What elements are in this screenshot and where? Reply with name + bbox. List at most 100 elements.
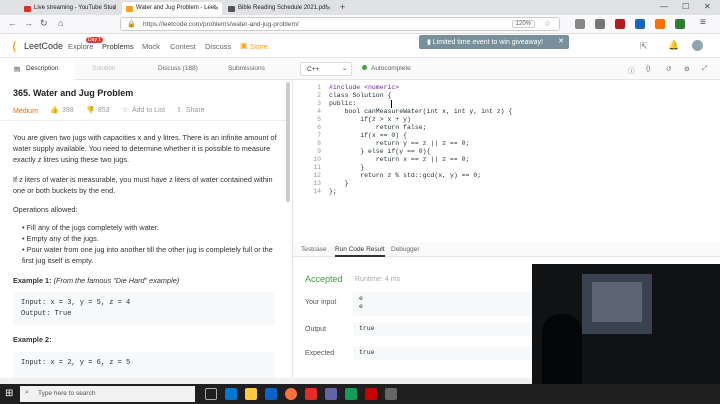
task-view-icon[interactable] [205,388,217,400]
example-1-block: Input: x = 3, y = 5, z = 4 Output: True [13,292,275,326]
problem-paragraph-1: You are given two jugs with capacities x… [13,133,277,164]
reset-icon[interactable]: ↺ [666,65,671,73]
nav-store[interactable]: Store [250,42,268,51]
code-line[interactable]: if(x == 0) { [329,132,512,140]
code-line[interactable]: } [329,180,512,188]
app-icon[interactable] [365,388,377,400]
panel-tabs-row: ▤ Description Solution Discuss (188) Sub… [0,58,720,80]
autocomplete-toggle[interactable]: Autocomplete [371,65,411,72]
nav-problems[interactable]: Problems [102,42,134,51]
close-icon[interactable]: ✕ [326,5,331,12]
home-icon[interactable]: ⌂ [58,18,63,28]
tab-testcase[interactable]: Testcase [301,246,327,253]
your-input-box: ee [353,292,533,316]
line-number: 3 [317,100,321,107]
close-icon[interactable]: ✕ [558,37,564,45]
addon-icon[interactable] [675,19,685,29]
nav-discuss[interactable]: Discuss [205,42,231,51]
notification-bell-icon[interactable]: 🔔 [668,40,679,51]
app-icon[interactable] [345,388,357,400]
output-box: true [353,322,533,336]
address-bar[interactable]: 🔒 https://leetcode.com/problems/water-an… [120,17,560,31]
close-window-button[interactable]: ✕ [704,2,711,11]
close-icon[interactable]: ✕ [112,5,117,12]
share-button[interactable]: Share [186,107,205,114]
browser-tab-pdf[interactable]: Bible Reading Schedule 2021.pdf ✕ [224,2,334,15]
code-line[interactable]: } else if(y == 0){ [329,148,512,156]
share-icon[interactable]: ⇧ [176,106,182,114]
firefox-icon[interactable] [285,388,297,400]
active-tab-indicator [335,255,385,257]
forward-icon[interactable]: → [24,18,33,28]
code-line[interactable]: bool canMeasureWater(int x, int y, int z… [329,108,513,116]
nav-mock[interactable]: Mock [142,42,160,51]
addon-icon[interactable] [635,19,645,29]
code-line[interactable]: }; [329,188,512,196]
leetcode-logo-icon[interactable]: ⟨ [12,40,16,53]
thumbs-up-icon[interactable]: 👍 [50,106,59,114]
code-line[interactable]: #include <numeric> [329,84,512,92]
tab-run-code-result[interactable]: Run Code Result [335,246,385,253]
line-numbers: 1 2 3 4 5 6 7 8 9 10 11 12 13 14 [293,84,321,196]
back-icon[interactable]: ← [8,18,17,28]
code-line[interactable]: if(z > x + y) [329,116,512,124]
new-tab-button[interactable]: + [340,2,345,12]
left-scrollbar[interactable] [286,82,290,202]
youtube-studio-icon[interactable] [305,388,317,400]
nav-explore[interactable]: Explore [68,42,93,51]
extension-icon[interactable] [575,19,585,29]
reload-icon[interactable]: ↻ [40,18,48,29]
taskbar-search-box[interactable]: ⌕ Type here to search [20,386,195,402]
status-dot-icon [362,65,367,70]
tab-debugger[interactable]: Debugger [391,246,420,253]
library-icon[interactable] [595,19,605,29]
language-select[interactable]: C++ ⌄ [300,62,352,76]
tab-discuss[interactable]: Discuss (188) [158,65,198,72]
addon-icon[interactable] [615,19,625,29]
brand-name[interactable]: LeetCode [24,41,63,51]
maximize-button[interactable]: ☐ [682,2,689,11]
pdf-icon [228,6,235,12]
leetcode-favicon-icon [126,6,133,12]
file-explorer-icon[interactable] [245,388,257,400]
minimize-button[interactable]: — [660,2,668,11]
app-icon[interactable] [385,388,397,400]
browser-tab-youtube[interactable]: Live streaming - YouTube Stud ✕ [20,2,120,15]
braces-icon[interactable]: {} [646,65,650,72]
browser-tab-leetcode[interactable]: Water and Jug Problem - Leet ✕ [122,2,222,15]
playground-icon[interactable]: ⇱ [640,41,648,52]
code-line[interactable]: return z % std::gcd(x, y) == 0; [329,172,512,180]
code-line[interactable]: return y == z || z == 0; [329,140,512,148]
code-line[interactable]: return false; [329,124,512,132]
edge-icon[interactable] [225,388,237,400]
tab-description[interactable]: ▤ Description [0,58,75,80]
windows-start-icon[interactable]: ⊞ [5,388,13,399]
zoom-level[interactable]: 120% [511,20,535,28]
teams-icon[interactable] [325,388,337,400]
tab-submissions[interactable]: Submissions [228,65,265,72]
menu-icon[interactable]: ≡ [700,17,706,28]
vscode-icon[interactable] [265,388,277,400]
addon-icon[interactable] [655,19,665,29]
code-line[interactable]: return x == z || z == 0; [329,156,512,164]
bookmark-star-icon[interactable]: ☆ [544,19,551,28]
code-line[interactable]: class Solution { [329,92,512,100]
line-number: 4 [317,108,321,115]
code-text[interactable]: #include <numeric> class Solution {public… [329,84,512,196]
code-line[interactable]: public: [329,100,512,108]
giveaway-banner[interactable]: ▮ Limited time event to win giveaway! ✕ [419,35,569,49]
info-icon[interactable]: ⓘ [628,65,635,75]
code-editor[interactable]: 1 2 3 4 5 6 7 8 9 10 11 12 13 14 #include <numeric> cl… [292,80,720,242]
code-line[interactable]: } [329,164,512,172]
thumbs-down-icon[interactable]: 👎 [86,106,95,114]
avatar[interactable] [692,40,703,51]
nav-contest[interactable]: Contest [170,42,196,51]
example-1-heading: Example 1: (From the famous "Die Hard" e… [13,276,180,285]
settings-icon[interactable]: ⚙ [684,65,690,73]
fullscreen-icon[interactable]: ⤢ [702,65,707,73]
star-icon[interactable]: ☆ [122,106,128,114]
close-icon[interactable]: ✕ [214,5,219,12]
add-to-list-button[interactable]: Add to List [132,107,165,114]
description-icon: ▤ [14,66,21,73]
tab-solution[interactable]: Solution [92,65,116,72]
